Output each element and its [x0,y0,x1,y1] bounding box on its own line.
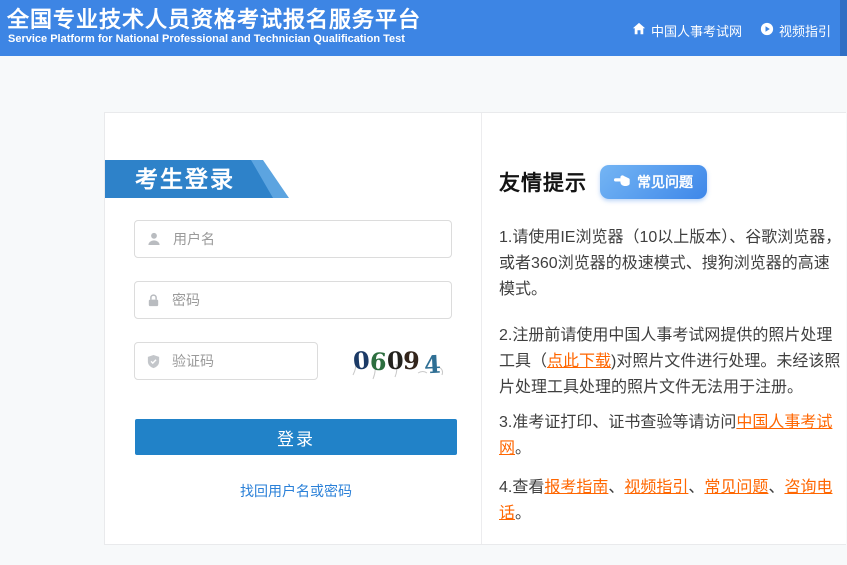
username-field[interactable] [134,220,452,258]
faq-button[interactable]: 常见问题 [600,165,707,199]
user-icon [146,231,162,247]
captcha-image[interactable]: 06094 [343,337,451,383]
tip-1-text: 1.请使用IE浏览器（10以上版本）、谷歌浏览器，或者360浏览器的极速模式、搜… [499,229,841,298]
captcha-digit: 9 [403,345,421,375]
header-nav: 中国人事考试网 视频指引 [632,21,831,40]
tips-header: 友情提示 常见问题 [499,165,843,199]
nav-site-label: 中国人事考试网 [651,21,742,40]
home-icon [632,22,646,39]
section-divider [481,113,482,544]
tip-3-text: 3.准考证打印、证书查验等请访问 [499,414,736,431]
login-panel: 考生登录 [105,113,481,544]
tip-4-sep-1: 、 [608,479,624,496]
captcha-digit: 0 [352,345,371,375]
login-button[interactable]: 登录 [135,419,457,455]
tip-3-text-2: 。 [515,440,531,457]
captcha-digit: 0 [386,345,404,375]
header-edge-strip [840,0,847,56]
page-subtitle: Service Platform for National Profession… [8,33,405,45]
captcha-digit: 6 [369,346,387,376]
username-input[interactable] [171,230,440,248]
tip-4-sep-2: 、 [688,479,704,496]
header: 全国专业技术人员资格考试报名服务平台 Service Platform for … [0,0,847,56]
video-guide-link[interactable]: 视频指引 [624,479,688,496]
shield-icon [146,354,161,369]
nav-video-link[interactable]: 视频指引 [760,21,831,40]
tip-item-3: 3.准考证打印、证书查验等请访问中国人事考试网。 [499,410,843,462]
tip-4-sep-3: 、 [768,479,784,496]
login-panel-ribbon: 考生登录 [105,160,291,198]
captcha-input[interactable] [170,352,306,370]
faq-button-label: 常见问题 [637,172,693,192]
play-icon [760,22,774,39]
tip-item-1: 1.请使用IE浏览器（10以上版本）、谷歌浏览器，或者360浏览器的极速模式、搜… [499,225,843,303]
tips-title: 友情提示 [499,167,587,197]
tip-4-text-2: 。 [515,505,531,522]
nav-site-link[interactable]: 中国人事考试网 [632,21,742,40]
password-input[interactable] [170,291,440,309]
captcha-digits: 06094 [353,346,441,375]
forgot-password-link[interactable]: 找回用户名或密码 [135,481,457,501]
tip-4-text: 4.查看 [499,479,544,496]
lock-icon [146,293,161,308]
tip-item-2: 2.注册前请使用中国人事考试网提供的照片处理工具（点此下载)对照片文件进行处理。… [499,323,843,401]
tip-item-4: 4.查看报考指南、视频指引、常见问题、咨询电话。 [499,475,843,527]
download-tool-link[interactable]: 点此下载 [547,353,611,370]
login-panel-title: 考生登录 [135,160,235,198]
nav-video-label: 视频指引 [779,21,831,40]
exam-guide-link[interactable]: 报考指南 [544,479,608,496]
password-field[interactable] [134,281,452,319]
main-card: 考生登录 [104,112,846,545]
pointing-hand-icon [614,174,630,190]
captcha-field[interactable] [134,342,318,380]
tips-panel: 友情提示 常见问题 1.请使用IE浏览器（10以上版本）、谷歌浏览器，或者360… [499,113,843,527]
page-title: 全国专业技术人员资格考试报名服务平台 [7,2,421,34]
captcha-digit: 4 [423,349,441,379]
faq-link[interactable]: 常见问题 [704,479,768,496]
